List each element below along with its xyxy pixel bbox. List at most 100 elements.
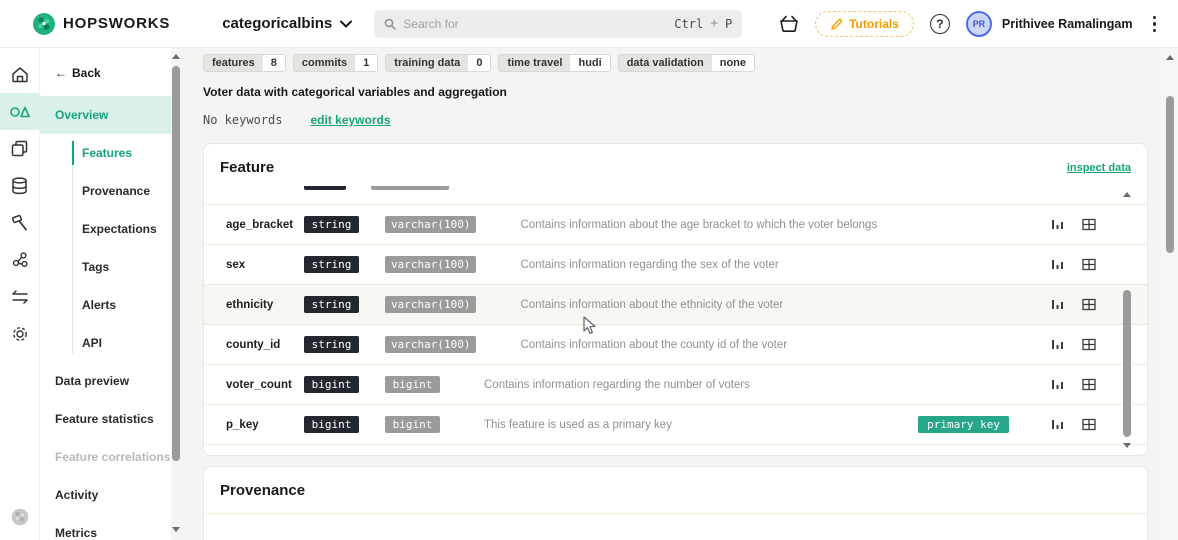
main-content: features 8 commits 1 training data 0 time t…	[182, 48, 1162, 540]
sidebar-item-overview[interactable]: Overview	[40, 96, 171, 134]
brand-name: HOPSWORKS	[63, 15, 171, 32]
data-grid-icon[interactable]	[1077, 298, 1101, 311]
statistics-icon[interactable]	[1045, 298, 1069, 311]
topbar-right-cluster: Tutorials ? PR Prithivee Ramalingam	[779, 0, 1160, 48]
mouse-cursor	[583, 316, 596, 335]
rail-data-icon[interactable]	[0, 167, 40, 204]
user-name: Prithivee Ramalingam	[1001, 17, 1133, 31]
pencil-icon	[831, 18, 843, 30]
feature-row-county-id[interactable]: county_id string varchar(100) Contains i…	[204, 325, 1147, 365]
sidebar-item-expectations[interactable]: Expectations	[82, 210, 171, 248]
top-bar: HOPSWORKS categoricalbins Ctrl + P	[0, 0, 1178, 48]
tutorials-label: Tutorials	[849, 17, 899, 31]
sidebar-item-features[interactable]: Features	[72, 134, 171, 172]
db-type-badge: varchar(100)	[385, 216, 477, 233]
data-grid-icon[interactable]	[1077, 418, 1101, 431]
project-selector[interactable]: categoricalbins	[222, 15, 353, 32]
hopsworks-app: { "topbar": { "brand": "HOPSWORKS", "pro…	[0, 0, 1178, 540]
keywords-row: No keywords edit keywords	[203, 113, 1148, 127]
primary-key-badge: primary key	[918, 416, 1009, 433]
stats-row: features 8 commits 1 training data 0 time t…	[203, 54, 1148, 72]
basket-icon[interactable]	[779, 15, 799, 33]
feature-row-age-bracket[interactable]: age_bracket string varchar(100) Contains…	[204, 205, 1147, 245]
statistics-icon[interactable]	[1045, 338, 1069, 351]
rail-settings-icon[interactable]	[0, 315, 40, 352]
sidebar-item-data-preview[interactable]: Data preview	[40, 362, 171, 400]
feature-row-voter-count[interactable]: voter_count bigint bigint Contains infor…	[204, 365, 1147, 405]
feature-row-p-key[interactable]: p_key bigint bigint This feature is used…	[204, 405, 1147, 445]
feature-row-sex[interactable]: sex string varchar(100) Contains informa…	[204, 245, 1147, 285]
db-type-badge: bigint	[385, 376, 440, 393]
edit-keywords-link[interactable]: edit keywords	[310, 113, 390, 127]
feature-row-ethnicity[interactable]: ethnicity string varchar(100) Contains i…	[204, 285, 1147, 325]
sidebar-item-activity[interactable]: Activity	[40, 476, 171, 514]
provenance-card-title: Provenance	[220, 482, 306, 499]
rail-jobs-icon[interactable]	[0, 204, 40, 241]
kebab-menu-icon[interactable]	[1149, 12, 1161, 37]
sidebar-scroll-thumb[interactable]	[172, 66, 180, 461]
db-type-badge: bigint	[385, 416, 440, 433]
rail-hopsworks-logo-gray	[0, 508, 40, 526]
type-badge: string	[304, 216, 359, 233]
search-icon	[384, 18, 396, 30]
statistics-icon[interactable]	[1045, 258, 1069, 271]
data-grid-icon[interactable]	[1077, 338, 1101, 351]
search-shortcut: Ctrl + P	[674, 16, 733, 31]
db-type-badge: varchar(100)	[385, 336, 477, 353]
statistics-icon[interactable]	[1045, 218, 1069, 231]
sidebar: ← Back Overview Features Provenance Expec…	[40, 48, 171, 540]
scroll-down-arrow[interactable]	[1123, 443, 1131, 448]
inspect-data-link[interactable]: inspect data	[1067, 162, 1131, 174]
back-button[interactable]: ← Back	[55, 66, 171, 80]
stat-features: features 8	[203, 54, 286, 72]
data-grid-icon[interactable]	[1077, 258, 1101, 271]
search-box[interactable]: Ctrl + P	[374, 9, 743, 38]
scroll-up-arrow[interactable]	[1166, 55, 1174, 60]
rail-home-icon[interactable]	[0, 56, 40, 93]
rail-projects-icon[interactable]	[0, 130, 40, 167]
tutorials-button[interactable]: Tutorials	[815, 11, 914, 37]
rail-integrations-icon[interactable]	[0, 278, 40, 315]
type-badge: string	[304, 336, 359, 353]
clipped-feature-row	[204, 186, 1147, 205]
statistics-icon[interactable]	[1045, 418, 1069, 431]
sidebar-scrollbar[interactable]	[170, 48, 182, 540]
feature-list-scroll-thumb[interactable]	[1123, 290, 1131, 437]
stat-training-data: training data 0	[385, 54, 492, 72]
type-badge: bigint	[304, 376, 359, 393]
page-scroll-thumb[interactable]	[1166, 96, 1174, 253]
sidebar-item-alerts[interactable]: Alerts	[82, 286, 171, 324]
sidebar-item-feature-statistics[interactable]: Feature statistics	[40, 400, 171, 438]
avatar[interactable]: PR	[965, 11, 992, 37]
feature-card: Feature inspect data age_bracket string …	[203, 143, 1148, 456]
overview-subnav: Features Provenance Expectations Tags Al…	[72, 134, 171, 362]
sidebar-item-provenance[interactable]: Provenance	[82, 172, 171, 210]
provenance-card: Provenance	[203, 466, 1148, 540]
sidebar-item-tags[interactable]: Tags	[82, 248, 171, 286]
data-grid-icon[interactable]	[1077, 378, 1101, 391]
rail-cluster-icon[interactable]	[0, 241, 40, 278]
divider	[204, 513, 1147, 514]
hopsworks-brand[interactable]: HOPSWORKS	[32, 12, 170, 36]
chevron-down-icon	[340, 20, 353, 28]
type-badge: string	[304, 256, 359, 273]
icon-rail	[0, 48, 40, 540]
scroll-up-arrow[interactable]	[1123, 192, 1131, 197]
data-grid-icon[interactable]	[1077, 218, 1101, 231]
statistics-icon[interactable]	[1045, 378, 1069, 391]
page-scrollbar[interactable]	[1162, 48, 1178, 540]
scroll-down-arrow[interactable]	[172, 527, 180, 532]
db-type-badge: varchar(100)	[385, 256, 477, 273]
hopsworks-logo-icon	[33, 12, 55, 35]
scroll-up-arrow[interactable]	[172, 54, 180, 59]
sidebar-item-api[interactable]: API	[82, 324, 171, 362]
stat-data-validation: data validation none	[617, 54, 755, 72]
featuregroup-description: Voter data with categorical variables an…	[203, 85, 507, 99]
help-icon[interactable]: ?	[929, 14, 950, 34]
rail-feature-store-icon[interactable]	[0, 93, 40, 130]
back-arrow-icon: ←	[55, 66, 67, 80]
stat-time-travel: time travel hudi	[498, 54, 611, 72]
feature-list-scrollbar[interactable]	[1121, 192, 1133, 452]
search-input[interactable]	[403, 16, 675, 31]
sidebar-item-metrics[interactable]: Metrics	[40, 514, 171, 540]
